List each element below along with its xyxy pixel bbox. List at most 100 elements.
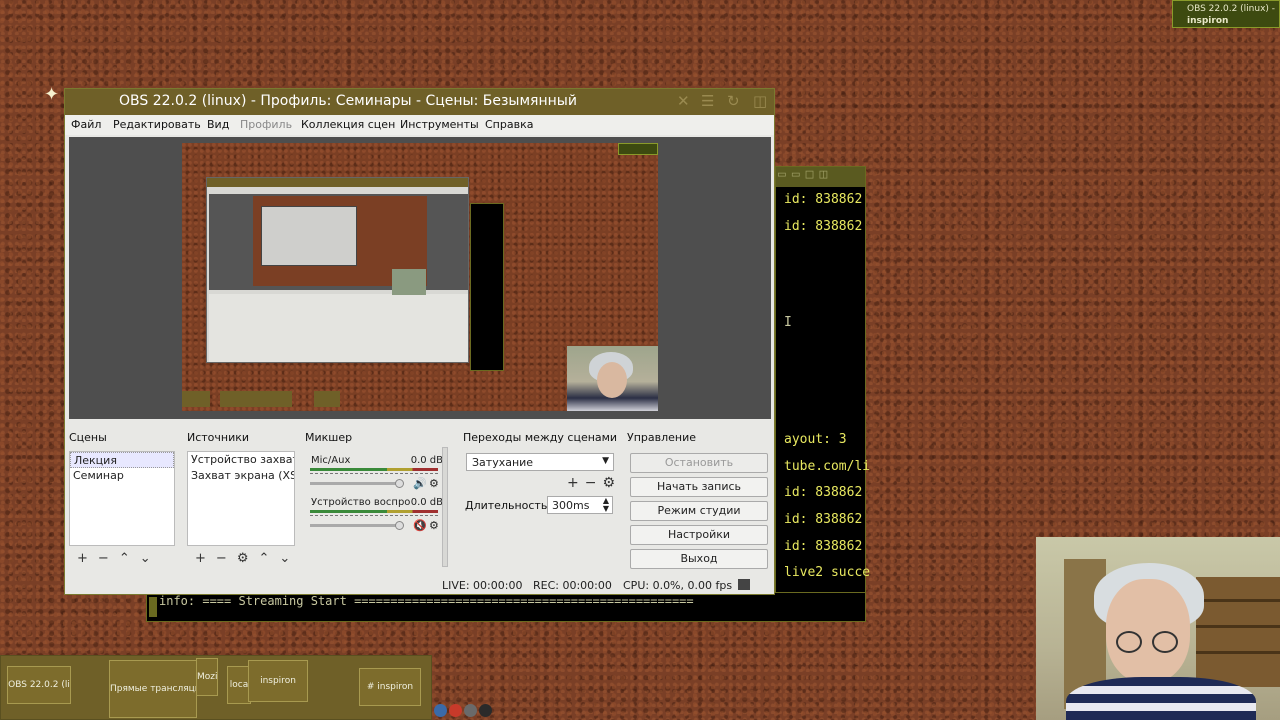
- transition-value: Затухание: [472, 456, 534, 469]
- taskbar-item-inspiron-terminal[interactable]: # inspiron: [359, 668, 421, 706]
- webcam-face: [1106, 579, 1190, 683]
- taskbar-item-inspiron[interactable]: inspiron: [248, 660, 308, 702]
- mixer-track-desktop: Устройство воспро 0.0 dB 🔇 ⚙: [309, 497, 443, 537]
- move-up-icon[interactable]: ⌃: [119, 551, 130, 566]
- system-tray: [434, 704, 498, 720]
- power-icon[interactable]: [464, 704, 477, 717]
- dock-panels: Сцены Лекция Семинар + − ⌃ ⌄ Источники Устр…: [65, 425, 774, 575]
- menu-scene-collection[interactable]: Коллекция сцен: [301, 118, 395, 131]
- webcam-face: [597, 362, 627, 398]
- exit-button[interactable]: Выход: [630, 549, 768, 569]
- scene-item[interactable]: Лекция: [70, 452, 174, 468]
- move-up-icon[interactable]: ⌃: [258, 551, 269, 566]
- gear-icon[interactable]: ⚙: [429, 477, 439, 490]
- preview-taskbar-item: [182, 391, 210, 407]
- menubar: Файл Редактировать Вид Профиль Коллекция…: [65, 115, 774, 135]
- obs-window[interactable]: OBS 22.0.2 (linux) - Профиль: Семинары -…: [64, 88, 775, 595]
- taskbar-item-obs[interactable]: OBS 22.0.2 (li: [7, 666, 71, 704]
- preview-canvas: [182, 143, 658, 411]
- network-icon[interactable]: [434, 704, 447, 717]
- terminal-cursor: [149, 597, 157, 617]
- source-item[interactable]: Устройство захвата: [188, 452, 294, 468]
- move-down-icon[interactable]: ⌄: [140, 551, 151, 566]
- controls-header: Управление: [627, 431, 697, 444]
- menu-edit[interactable]: Редактировать: [113, 118, 201, 131]
- obs-titlebar[interactable]: OBS 22.0.2 (linux) - Профиль: Семинары -…: [65, 89, 774, 115]
- nested-titlebar: [207, 178, 468, 187]
- tray-line-1: OBS 22.0.2 (linux) -: [1187, 4, 1276, 14]
- stop-streaming-button[interactable]: Остановить трансляцию: [630, 453, 768, 487]
- taskbar-item-mozilla[interactable]: Mozi: [196, 658, 218, 696]
- close-icon[interactable]: ✕: [677, 92, 690, 110]
- transitions-toolbar: + − ⚙: [567, 475, 625, 491]
- terminal-titlebar[interactable]: ▭▭□◫: [776, 167, 865, 187]
- maximize-icon[interactable]: ◫: [753, 92, 767, 110]
- source-item[interactable]: Захват экрана (XSH: [188, 468, 294, 484]
- scene-item[interactable]: Семинар: [70, 468, 174, 484]
- start-recording-button[interactable]: Начать запись: [630, 477, 768, 497]
- taskbar-item-streams[interactable]: Прямые трансляции: [109, 660, 197, 718]
- sources-header: Источники: [187, 431, 250, 444]
- menu-icon[interactable]: ☰: [701, 92, 714, 110]
- mixer-track-db: 0.0 dB: [410, 455, 443, 466]
- scenes-header: Сцены: [69, 431, 107, 444]
- remove-icon[interactable]: −: [98, 551, 109, 566]
- slider-handle[interactable]: [395, 521, 404, 530]
- mixer-header: Микшер: [305, 431, 353, 444]
- volume-icon[interactable]: [449, 704, 462, 717]
- terminal-bottom-window[interactable]: info: ==== Streaming Start =============…: [146, 592, 866, 622]
- settings-button[interactable]: Настройки: [630, 525, 768, 545]
- transition-select[interactable]: Затухание ▼: [466, 453, 614, 471]
- duration-value: 300ms: [552, 499, 590, 512]
- tray-line-2: inspiron: [1187, 16, 1229, 26]
- gear-icon[interactable]: ⚙: [429, 519, 439, 532]
- remove-icon[interactable]: −: [216, 551, 227, 566]
- mixer-scrollbar[interactable]: [442, 447, 448, 567]
- obs-icon[interactable]: [479, 704, 492, 717]
- scenes-list[interactable]: Лекция Семинар: [69, 451, 175, 546]
- sparkle-icon: ✦: [44, 84, 60, 105]
- mixer-track-db: 0.0 dB: [410, 497, 443, 508]
- refresh-icon[interactable]: ↻: [727, 92, 740, 110]
- rec-time: REC: 00:00:00: [533, 579, 612, 592]
- glasses-left: [1116, 631, 1142, 653]
- preview-taskbar-item: [220, 391, 292, 407]
- volume-slider[interactable]: [310, 479, 404, 488]
- studio-mode-button[interactable]: Режим студии: [630, 501, 768, 521]
- move-down-icon[interactable]: ⌄: [279, 551, 290, 566]
- chevron-down-icon: ▼: [602, 456, 609, 466]
- speaker-muted-icon[interactable]: 🔇: [413, 519, 427, 532]
- speaker-icon[interactable]: 🔊: [413, 477, 427, 490]
- terminal-window[interactable]: ▭▭□◫ id: 838862 id: 838862 I ayout: 3 tu…: [775, 166, 870, 622]
- duration-spinbox[interactable]: 300ms ▲ ▼: [547, 496, 613, 514]
- volume-meter: [310, 468, 438, 471]
- terminal-line: id: 838862: [784, 219, 863, 234]
- add-icon[interactable]: +: [195, 551, 206, 566]
- mixer-track-name: Устройство воспро: [311, 497, 411, 508]
- menu-view[interactable]: Вид: [207, 118, 229, 131]
- add-icon[interactable]: +: [77, 551, 88, 566]
- glasses-right: [1152, 631, 1178, 653]
- terminal-line: id: 838862: [784, 192, 863, 207]
- webcam-overlay: [1036, 537, 1280, 720]
- deep-nested-window: [261, 206, 357, 266]
- add-icon[interactable]: +: [567, 475, 579, 491]
- remove-icon[interactable]: −: [585, 475, 597, 491]
- gear-icon[interactable]: ⚙: [602, 475, 615, 491]
- nested-webcam: [392, 269, 426, 295]
- menu-tools[interactable]: Инструменты: [400, 118, 479, 131]
- nested-panels: [209, 294, 468, 362]
- menu-profile[interactable]: Профиль: [240, 118, 292, 131]
- menu-file[interactable]: Файл: [71, 118, 101, 131]
- text-cursor-icon: I: [784, 315, 792, 330]
- gear-icon[interactable]: ⚙: [237, 551, 249, 566]
- menu-help[interactable]: Справка: [485, 118, 533, 131]
- preview-area[interactable]: [69, 137, 771, 419]
- spin-arrows-icon[interactable]: ▲ ▼: [603, 497, 609, 513]
- nested-obs-window: [206, 177, 469, 363]
- slider-handle[interactable]: [395, 479, 404, 488]
- sources-list[interactable]: Устройство захвата Захват экрана (XSH: [187, 451, 295, 546]
- live-time: LIVE: 00:00:00: [442, 579, 523, 592]
- volume-slider[interactable]: [310, 521, 404, 530]
- top-tray-window-indicator[interactable]: OBS 22.0.2 (linux) - inspiron: [1172, 0, 1280, 28]
